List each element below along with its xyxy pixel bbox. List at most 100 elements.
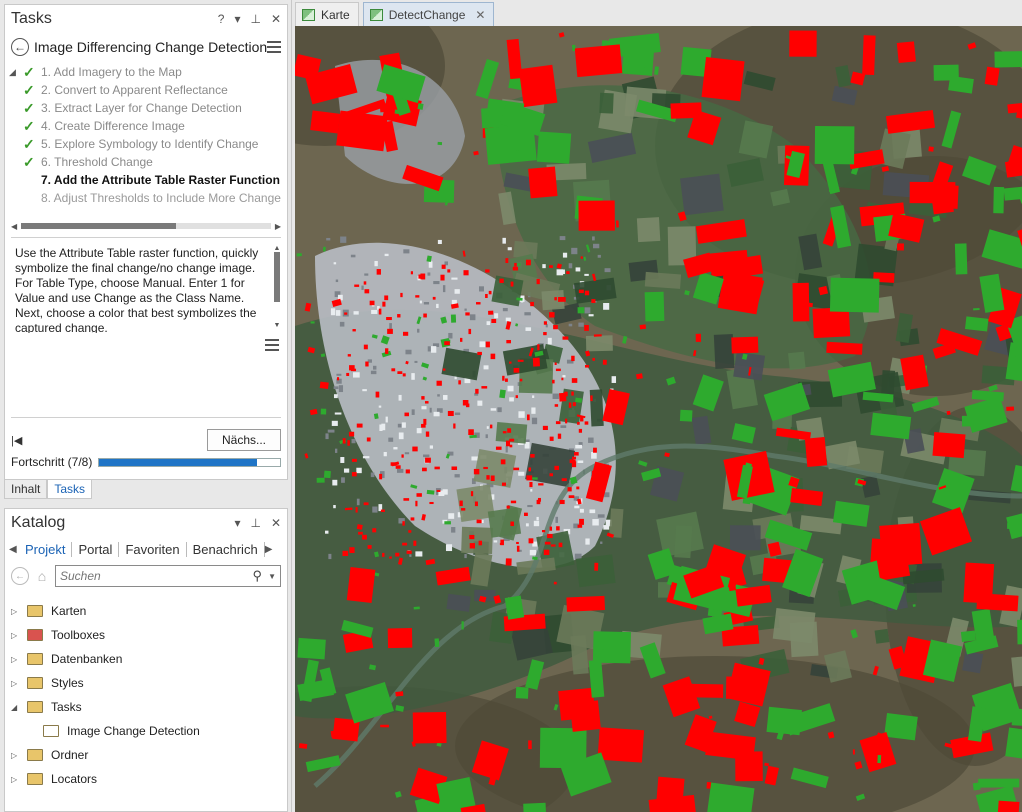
close-icon[interactable]: ✕ xyxy=(475,8,485,22)
urban-texture xyxy=(603,302,610,310)
urban-texture xyxy=(333,505,336,509)
tasks-folder-icon xyxy=(27,701,43,713)
change-speck xyxy=(416,493,422,497)
instructions-menu-icon[interactable] xyxy=(265,339,279,351)
no-change-patch xyxy=(978,778,1020,788)
urban-texture xyxy=(604,268,611,273)
home-icon[interactable]: ⌂ xyxy=(33,568,51,584)
expand-icon[interactable]: ▷ xyxy=(11,679,27,688)
catalog-search-box[interactable]: ⚲ ▼ xyxy=(55,565,281,587)
urban-texture xyxy=(502,237,506,244)
document-tab[interactable]: DetectChange ✕ xyxy=(362,2,495,26)
search-icon[interactable]: ⚲ xyxy=(253,568,263,584)
change-detection-raster[interactable] xyxy=(295,26,1022,812)
back-arrow-icon[interactable]: ← xyxy=(11,38,29,56)
task-step[interactable]: ✓ 5. Explore Symbology to Identify Change xyxy=(9,135,287,153)
dock-tab-tasks[interactable]: Tasks xyxy=(47,480,93,499)
catalog-item[interactable]: Image Change Detection xyxy=(11,719,281,743)
chevron-down-icon[interactable]: ▾ xyxy=(234,12,240,26)
change-patch xyxy=(597,727,645,763)
catalog-search-input[interactable] xyxy=(60,569,253,583)
change-patch xyxy=(911,543,918,550)
change-speck xyxy=(507,428,512,433)
change-speck xyxy=(463,270,469,276)
catalog-item[interactable]: ▷ Toolboxes xyxy=(11,623,281,647)
urban-texture xyxy=(353,372,360,378)
back-arrow-icon[interactable]: ← xyxy=(11,567,29,585)
close-icon[interactable]: ✕ xyxy=(271,12,281,26)
catalog-item[interactable]: ◢ Tasks xyxy=(11,695,281,719)
expand-icon[interactable]: ▷ xyxy=(11,751,27,760)
change-speck xyxy=(571,355,575,362)
instructions-scrollbar[interactable]: ▲ ▼ xyxy=(273,245,281,329)
close-icon[interactable]: ✕ xyxy=(271,516,281,530)
change-speck xyxy=(562,336,569,340)
next-button[interactable]: Nächs... xyxy=(207,429,281,451)
change-speck xyxy=(372,528,377,533)
no-change-patch xyxy=(296,253,302,257)
change-speck xyxy=(363,344,368,350)
task-step[interactable]: ✓ 4. Create Difference Image xyxy=(9,117,287,135)
scroll-right-icon[interactable]: ▶ xyxy=(271,222,281,231)
steps-horizontal-scrollbar[interactable]: ◀ ▶ xyxy=(11,221,281,231)
change-speck xyxy=(453,423,456,429)
scroll-right-icon[interactable]: ▶ xyxy=(265,544,275,555)
change-patch xyxy=(569,700,601,732)
catalog-item[interactable]: ▷ Datenbanken xyxy=(11,647,281,671)
catalog-tab-portal[interactable]: Portal xyxy=(72,541,120,557)
scroll-left-icon[interactable]: ◀ xyxy=(11,222,21,231)
task-step[interactable]: ✓ 2. Convert to Apparent Reflectance xyxy=(9,81,287,99)
task-step[interactable]: ◢ ✓ 1. Add Imagery to the Map xyxy=(9,63,287,81)
catalog-tab-favoriten[interactable]: Favoriten xyxy=(119,541,187,557)
urban-texture xyxy=(597,254,601,258)
map-view[interactable] xyxy=(295,26,1022,812)
change-patch xyxy=(928,146,934,152)
change-speck xyxy=(549,473,554,477)
expand-icon[interactable]: ▷ xyxy=(11,655,27,664)
change-patch xyxy=(558,296,566,302)
change-speck xyxy=(412,446,418,452)
task-step[interactable]: 7. Add the Attribute Table Raster Functi… xyxy=(9,171,287,189)
change-speck xyxy=(337,377,340,381)
task-step[interactable]: ✓ 3. Extract Layer for Change Detection xyxy=(9,99,287,117)
pin-icon[interactable]: ⊥ xyxy=(250,516,260,530)
progress-label: Fortschritt (7/8) xyxy=(11,455,93,469)
catalog-item[interactable]: ▷ Karten xyxy=(11,599,281,623)
change-speck xyxy=(554,404,559,407)
chevron-down-icon[interactable]: ▼ xyxy=(268,572,276,581)
help-icon[interactable]: ? xyxy=(218,12,225,26)
expand-icon[interactable]: ▷ xyxy=(11,775,27,784)
dock-tab-inhalt[interactable]: Inhalt xyxy=(4,480,48,499)
urban-texture xyxy=(579,508,584,513)
expand-icon[interactable]: ▷ xyxy=(11,607,27,616)
expand-icon[interactable]: ◢ xyxy=(11,703,27,712)
urban-texture xyxy=(555,516,559,523)
document-tab[interactable]: Karte xyxy=(295,2,359,26)
change-patch xyxy=(996,800,1020,812)
task-step-label: 8. Adjust Thresholds to Include More Cha… xyxy=(41,191,281,205)
urban-texture xyxy=(384,253,389,257)
urban-texture xyxy=(562,252,568,258)
progress-bar xyxy=(98,457,281,467)
expand-icon[interactable]: ▷ xyxy=(11,631,27,640)
task-step[interactable]: 8. Adjust Thresholds to Include More Cha… xyxy=(9,189,287,205)
catalog-item[interactable]: ▷ Styles xyxy=(11,671,281,695)
pin-icon[interactable]: ⊥ xyxy=(250,12,260,26)
catalog-tabs: ◀ Projekt Portal Favoriten Benachrich ▶ xyxy=(5,537,287,561)
locators-folder-icon xyxy=(27,773,43,785)
urban-texture xyxy=(378,405,382,408)
catalog-item[interactable]: ▷ Ordner xyxy=(11,743,281,767)
catalog-item[interactable]: ▷ Locators xyxy=(11,767,281,791)
change-speck xyxy=(429,501,434,505)
urban-texture xyxy=(428,261,433,268)
scroll-left-icon[interactable]: ◀ xyxy=(9,544,19,555)
first-step-icon[interactable]: |◀ xyxy=(11,434,31,447)
change-speck xyxy=(554,362,557,365)
menu-icon[interactable] xyxy=(267,41,281,53)
task-step[interactable]: ✓ 6. Threshold Change xyxy=(9,153,287,171)
change-speck xyxy=(476,519,482,524)
catalog-tab-benachrich[interactable]: Benachrich xyxy=(187,541,265,557)
catalog-tab-projekt[interactable]: Projekt xyxy=(19,541,73,557)
chevron-down-icon[interactable]: ▾ xyxy=(234,516,240,530)
change-patch xyxy=(528,740,532,750)
